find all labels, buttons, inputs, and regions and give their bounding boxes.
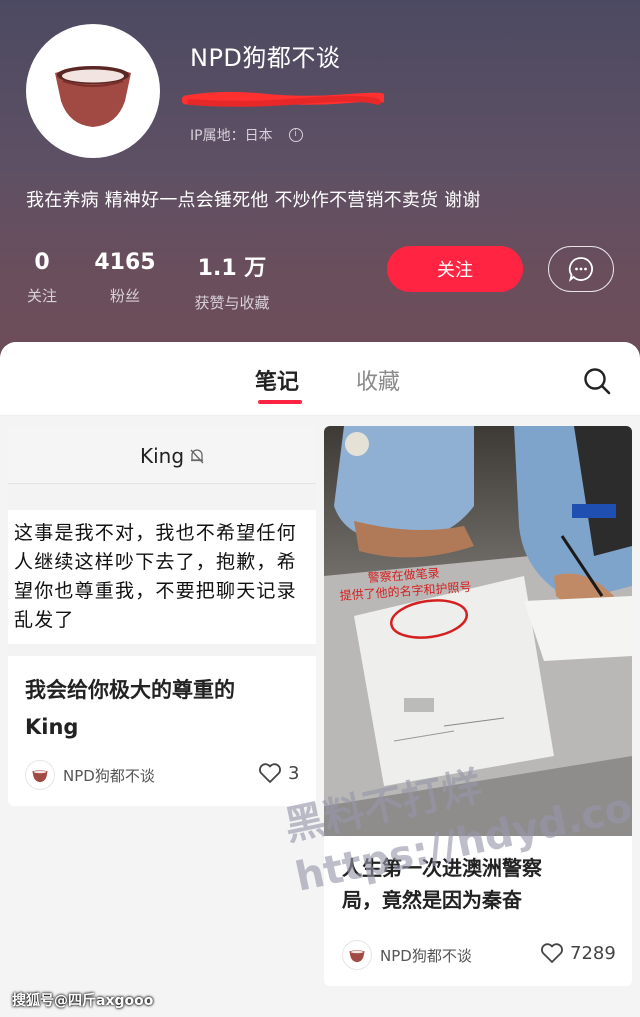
heart-icon bbox=[541, 943, 563, 963]
chat-contact-name-text: King bbox=[140, 444, 185, 468]
stat-likes-label: 获赞与收藏 bbox=[194, 294, 270, 312]
chat-contact-name: King bbox=[140, 444, 206, 468]
redaction-scribble bbox=[182, 91, 384, 107]
note-author[interactable]: NPD狗都不谈 bbox=[25, 760, 155, 790]
chat-message-bubble: 这事是我不对，我也不希望任何 人继续这样吵下去了，抱歉，希 望你也尊重我，不要把… bbox=[8, 510, 316, 644]
profile-name: NPD狗都不谈 bbox=[190, 44, 341, 72]
note-title: 我会给你极大的尊重的 King bbox=[25, 672, 305, 746]
like-count: 3 bbox=[288, 762, 300, 784]
note-cover-image[interactable]: King 这事是我不对，我也不希望任何 人继续这样吵下去了，抱歉，希 望你也尊重… bbox=[8, 426, 316, 656]
note-title-line: 局，竟然是因为秦奋 bbox=[342, 888, 522, 912]
stat-followers[interactable]: 4165 粉丝 bbox=[94, 250, 156, 306]
stat-followers-label: 粉丝 bbox=[109, 287, 140, 305]
source-credit: 搜狐号@四斤axgooo bbox=[12, 993, 154, 1009]
note-title-line: King bbox=[25, 715, 79, 739]
like-button[interactable]: 7289 bbox=[540, 942, 616, 964]
info-icon[interactable]: i bbox=[288, 128, 303, 142]
avatar[interactable] bbox=[26, 24, 160, 158]
like-count: 7289 bbox=[570, 942, 616, 964]
chat-line: 人继续这样吵下去了，抱歉，希 bbox=[14, 551, 297, 573]
search-button[interactable] bbox=[582, 366, 612, 396]
stat-following-value: 0 bbox=[34, 250, 50, 275]
content-panel: 笔记 收藏 King 这事是我不对，我也不希望任何 人继续这样吵下去了，抱歉，希… bbox=[0, 342, 640, 1017]
search-icon bbox=[584, 368, 611, 395]
profile-header: NPD狗都不谈 IP属地：日本 i 我在养病 精神好一点会锤死他 不炒作不营销不… bbox=[0, 0, 640, 370]
ip-location-text: IP属地：日本 bbox=[190, 128, 273, 144]
mute-bell-icon bbox=[190, 449, 204, 464]
profile-bio: 我在养病 精神好一点会锤死他 不炒作不营销不卖货 谢谢 bbox=[26, 190, 481, 211]
note-author[interactable]: NPD狗都不谈 bbox=[342, 940, 472, 970]
note-card[interactable]: King 这事是我不对，我也不希望任何 人继续这样吵下去了，抱歉，希 望你也尊重… bbox=[8, 426, 316, 806]
ip-location: IP属地：日本 i bbox=[190, 125, 303, 145]
bowl-icon bbox=[55, 66, 131, 127]
active-tab-indicator bbox=[258, 400, 302, 404]
stat-following-label: 关注 bbox=[26, 287, 57, 305]
note-title-line: 我会给你极大的尊重的 bbox=[25, 678, 235, 702]
bowl-icon bbox=[349, 950, 365, 963]
tab-collections[interactable]: 收藏 bbox=[356, 364, 400, 396]
author-avatar bbox=[25, 760, 55, 790]
stat-followers-value: 4165 bbox=[94, 250, 156, 275]
stat-following[interactable]: 0 关注 bbox=[24, 250, 60, 306]
chat-line: 乱发了 bbox=[14, 609, 75, 631]
follow-button[interactable]: 关注 bbox=[387, 246, 523, 292]
chat-line: 这事是我不对，我也不希望任何 bbox=[14, 522, 297, 544]
stat-likes-collects[interactable]: 1.1 万 获赞与收藏 bbox=[188, 250, 276, 313]
like-button[interactable]: 3 bbox=[258, 762, 299, 784]
chat-line: 望你也尊重我，不要把聊天记录 bbox=[14, 580, 297, 602]
author-avatar bbox=[342, 940, 372, 970]
message-button[interactable] bbox=[548, 246, 614, 292]
author-name: NPD狗都不谈 bbox=[63, 766, 155, 785]
chat-screenshot-header: King bbox=[8, 426, 316, 484]
tab-notes[interactable]: 笔记 bbox=[255, 364, 299, 396]
chat-bubble-icon bbox=[568, 257, 593, 282]
tab-bar: 笔记 收藏 bbox=[0, 342, 640, 416]
author-name: NPD狗都不谈 bbox=[380, 946, 472, 965]
stat-likes-value: 1.1 万 bbox=[197, 256, 267, 281]
bowl-icon bbox=[32, 770, 48, 783]
note-card[interactable]: 警察在做笔录 提供了他的名字和护照号 人生第一次进澳洲警察 局，竟然是因为秦奋 … bbox=[324, 426, 632, 986]
heart-icon bbox=[259, 763, 281, 783]
